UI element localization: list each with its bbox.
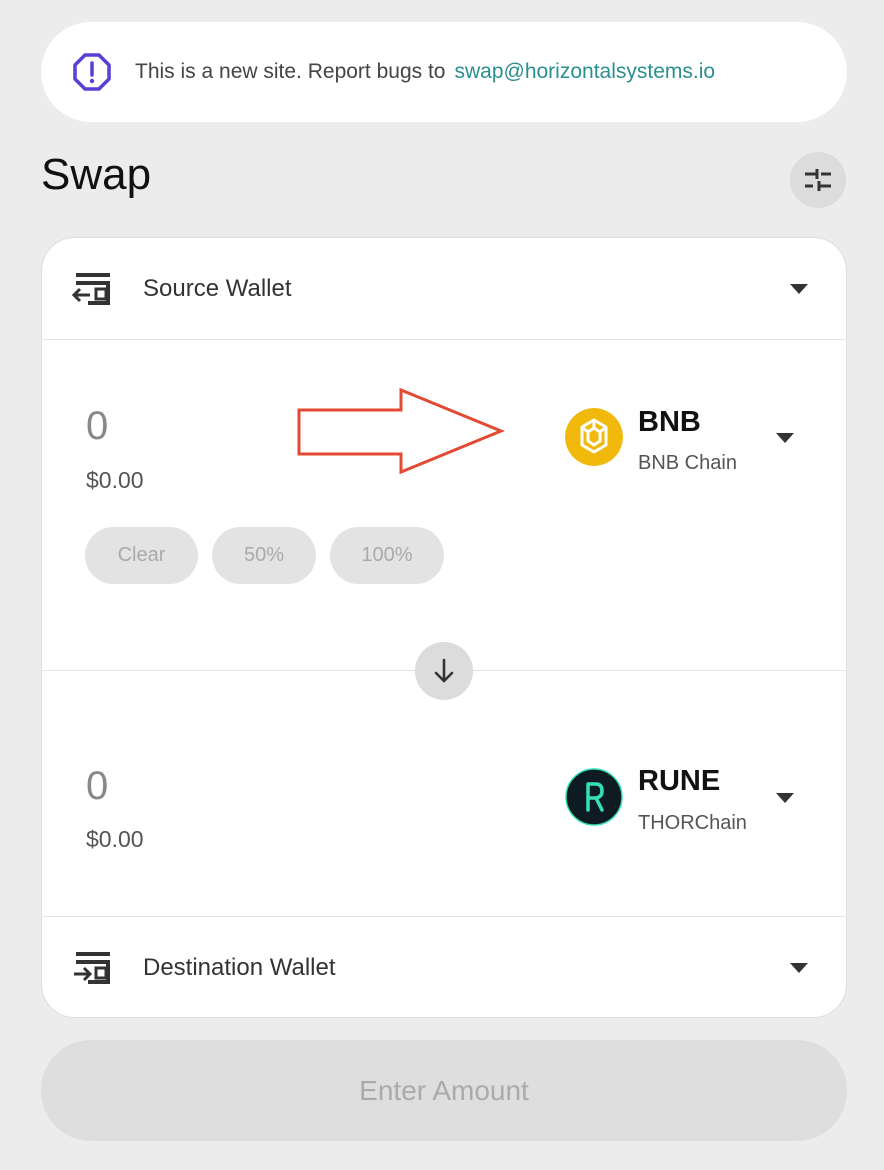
rune-logo-icon [565, 768, 623, 826]
divider [42, 339, 846, 340]
swap-card: Source Wallet 0 $0.00 BNB BNB Chain Clea… [41, 237, 847, 1018]
bnb-logo-icon [565, 408, 623, 466]
chevron-down-icon [790, 963, 808, 973]
source-wallet-label: Source Wallet [143, 274, 292, 302]
from-amount-input[interactable]: 0 [86, 404, 108, 449]
from-usd-value: $0.00 [86, 467, 144, 493]
settings-button[interactable] [790, 152, 846, 208]
destination-wallet-selector[interactable]: Destination Wallet [42, 917, 846, 1018]
to-amount-output: 0 [86, 764, 109, 808]
annotation-arrow-icon [297, 388, 505, 475]
swap-direction-button[interactable] [415, 642, 473, 700]
fifty-percent-button[interactable]: 50% [212, 527, 316, 584]
sliders-icon [805, 169, 831, 191]
wallet-in-icon [74, 952, 110, 984]
destination-wallet-label: Destination Wallet [143, 953, 336, 981]
chevron-down-icon [776, 793, 794, 803]
banner-message: This is a new site. Report bugs to [135, 60, 446, 83]
to-token-symbol: RUNE [638, 765, 721, 797]
arrow-down-icon [434, 658, 454, 683]
to-usd-value: $0.00 [86, 826, 144, 852]
chevron-down-icon [776, 433, 794, 443]
from-token-symbol: BNB [638, 406, 701, 438]
clear-button[interactable]: Clear [85, 527, 198, 584]
bug-report-email-link[interactable]: swap@horizontalsystems.io [454, 60, 715, 84]
chevron-down-icon [790, 284, 808, 294]
beta-banner: This is a new site. Report bugs to swap@… [41, 22, 847, 122]
warning-octagon-icon [73, 53, 111, 91]
source-wallet-selector[interactable]: Source Wallet [42, 238, 846, 339]
to-token-chain: THORChain [638, 812, 747, 834]
hundred-percent-button[interactable]: 100% [330, 527, 444, 584]
enter-amount-button[interactable]: Enter Amount [41, 1040, 847, 1141]
page-title: Swap [41, 150, 152, 199]
wallet-out-icon [72, 273, 110, 305]
from-token-chain: BNB Chain [638, 452, 737, 474]
